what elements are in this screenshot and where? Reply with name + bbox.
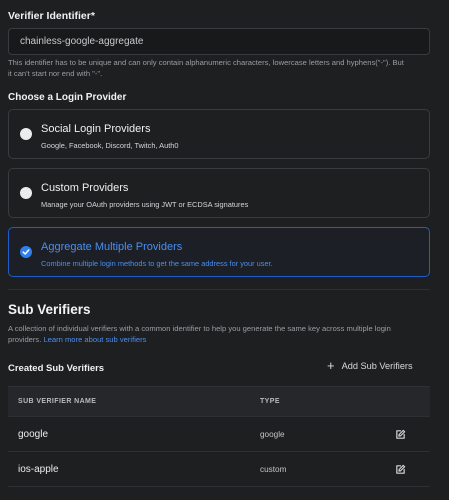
identifier-label: Verifier Identifier*: [8, 10, 95, 22]
identifier-input[interactable]: [8, 28, 430, 55]
provider-option-title: Aggregate Multiple Providers: [41, 241, 183, 253]
check-icon: [22, 249, 30, 255]
provider-option-aggregate[interactable]: Aggregate Multiple Providers Combine mul…: [8, 227, 430, 277]
sub-verifier-type: google: [260, 429, 285, 439]
provider-option-social[interactable]: Social Login Providers Google, Facebook,…: [8, 109, 430, 159]
provider-option-subtitle: Combine multiple login methods to get th…: [41, 259, 273, 268]
identifier-help-text: This identifier has to be unique and can…: [8, 58, 434, 79]
edit-icon[interactable]: [395, 429, 406, 440]
provider-option-subtitle: Manage your OAuth providers using JWT or…: [41, 200, 249, 209]
created-sub-verifiers-label: Created Sub Verifiers: [8, 363, 105, 374]
sub-verifiers-title: Sub Verifiers: [8, 302, 91, 317]
provider-option-title: Social Login Providers: [41, 123, 151, 135]
provider-option-subtitle: Google, Facebook, Discord, Twitch, Auth0: [41, 141, 179, 150]
identifier-help-line-2: it can't start nor end with "-".: [8, 68, 103, 78]
table-row: google google: [8, 416, 430, 451]
provider-option-title: Custom Providers: [41, 182, 129, 194]
table-header: SUB VERIFIER NAME TYPE: [8, 386, 430, 416]
sub-verifiers-desc-line-1: A collection of individual verifiers wit…: [8, 324, 391, 333]
radio-checked-icon[interactable]: [20, 246, 32, 258]
plus-icon: +: [327, 358, 335, 373]
provider-option-custom[interactable]: Custom Providers Manage your OAuth provi…: [8, 168, 430, 218]
add-sub-verifiers-label: Add Sub Verifiers: [341, 361, 413, 371]
sub-verifiers-description: A collection of individual verifiers wit…: [8, 324, 434, 345]
add-sub-verifiers-button[interactable]: + Add Sub Verifiers: [327, 358, 413, 373]
sub-verifiers-desc-line-2: providers. Learn more about sub verifier…: [8, 335, 434, 346]
column-header-name: SUB VERIFIER NAME: [18, 398, 97, 405]
table-row: ios-apple custom: [8, 451, 430, 486]
table-row-partial: [8, 486, 430, 500]
desc-prefix: providers.: [8, 334, 44, 344]
radio-unchecked-icon[interactable]: [20, 187, 32, 199]
identifier-help-line-1: This identifier has to be unique and can…: [8, 58, 404, 67]
edit-icon[interactable]: [395, 464, 406, 475]
identifier-input-field[interactable]: [20, 36, 418, 47]
sub-verifier-name: ios-apple: [18, 463, 59, 475]
section-divider: [8, 289, 430, 290]
sub-verifier-name: google: [18, 428, 49, 440]
sub-verifier-type: custom: [260, 464, 287, 474]
column-header-type: TYPE: [260, 398, 280, 405]
radio-unchecked-icon[interactable]: [20, 128, 32, 140]
learn-more-link[interactable]: Learn more about sub verifiers: [43, 335, 146, 344]
sub-verifiers-table: SUB VERIFIER NAME TYPE google google ios…: [8, 386, 430, 500]
login-provider-heading: Choose a Login Provider: [8, 92, 127, 103]
